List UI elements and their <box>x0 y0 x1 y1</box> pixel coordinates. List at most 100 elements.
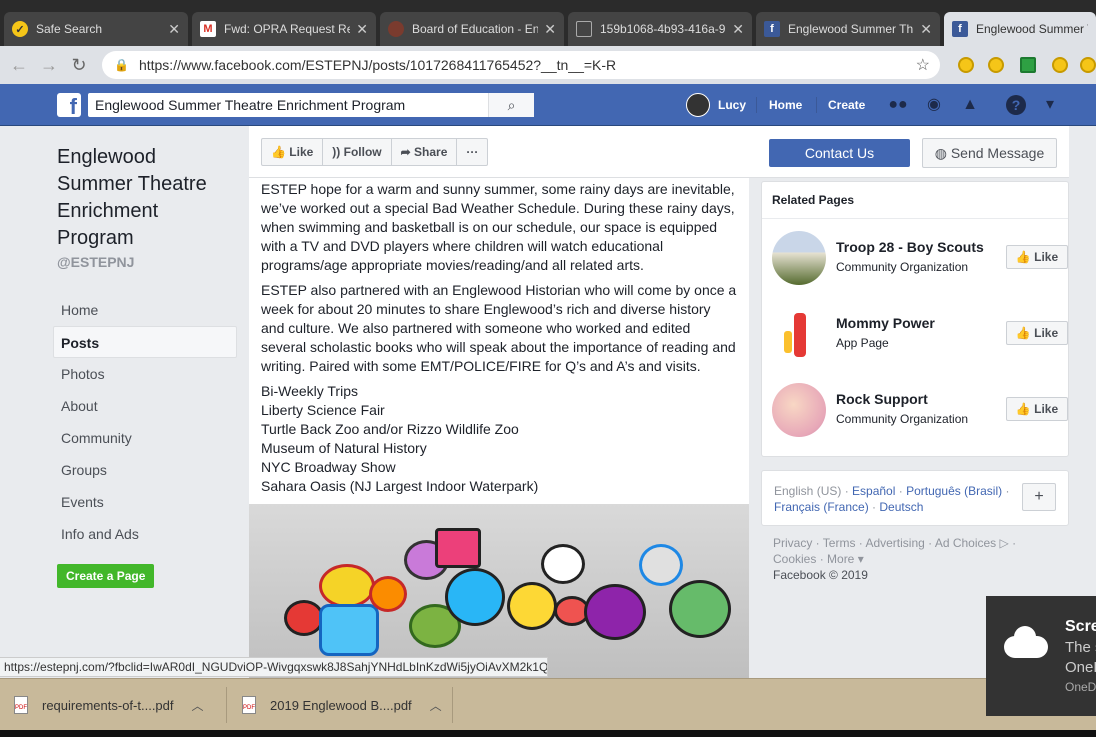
related-page-avatar[interactable] <box>772 307 826 361</box>
globe-bubble-icon <box>639 544 683 586</box>
chevron-up-icon[interactable]: ︿ <box>430 697 442 714</box>
related-page-name[interactable]: Rock Support <box>836 391 928 407</box>
page-handle[interactable]: @ESTEPNJ <box>57 254 237 270</box>
contact-us-button[interactable]: Contact Us <box>769 139 910 167</box>
related-page-item[interactable]: Rock Support Community Organization 👍 Li… <box>772 383 1068 437</box>
divider <box>226 687 227 723</box>
browser-tab[interactable]: ✓ Safe Search ✕ <box>4 12 188 46</box>
nav-home[interactable]: Home <box>769 84 802 126</box>
download-item[interactable]: PDF 2019 Englewood B....pdf ︿ <box>242 689 442 721</box>
facebook-search-input[interactable]: Englewood Summer Theatre Enrichment Prog… <box>88 93 534 117</box>
extension-icon[interactable] <box>1020 57 1036 73</box>
extension-icon[interactable] <box>1080 57 1096 73</box>
left-column: Englewood Summer Theatre Enrichment Prog… <box>53 144 237 588</box>
extension-icon[interactable] <box>988 57 1004 73</box>
friends-icon[interactable]: ●● <box>888 95 908 115</box>
browser-tab[interactable]: M Fwd: OPRA Request Rec ✕ <box>192 12 376 46</box>
send-message-label: Send Message <box>950 145 1045 161</box>
onedrive-notification[interactable]: Scree The s OneD OneD <box>986 596 1096 716</box>
chevron-up-icon[interactable]: ︿ <box>192 697 204 714</box>
profile-link[interactable]: Lucy <box>686 84 746 126</box>
add-language-button[interactable]: + <box>1022 483 1056 511</box>
page-nav: Home Posts Photos About Community Groups… <box>53 294 237 550</box>
related-page-item[interactable]: Troop 28 - Boy Scouts Community Organiza… <box>772 231 1068 285</box>
extension-icon[interactable] <box>1052 57 1068 73</box>
footer-links[interactable]: Privacy · Terms · Advertising · Ad Choic… <box>773 535 1063 551</box>
notifications-bell-icon[interactable]: ▲ <box>960 95 980 115</box>
close-icon[interactable]: ✕ <box>356 21 368 38</box>
language-link[interactable]: Deutsch <box>879 500 923 514</box>
child-figure-icon <box>784 331 792 353</box>
language-selector: English (US) · Español · Português (Bras… <box>761 470 1069 526</box>
close-icon[interactable]: ✕ <box>168 21 180 38</box>
page-nav-about[interactable]: About <box>57 390 237 422</box>
copyright: Facebook © 2019 <box>773 568 868 582</box>
related-page-category: Community Organization <box>836 260 969 274</box>
thumbs-up-icon: 👍 <box>1015 326 1035 340</box>
page-nav-photos[interactable]: Photos <box>57 358 237 390</box>
help-icon[interactable]: ? <box>1006 95 1026 115</box>
status-bar-url: https://estepnj.com/?fbclid=IwAR0dI_NGUD… <box>0 657 548 677</box>
post-image[interactable] <box>249 504 749 678</box>
extension-icon[interactable] <box>958 57 974 73</box>
create-page-button[interactable]: Create a Page <box>57 564 155 588</box>
page-nav-groups[interactable]: Groups <box>57 454 237 486</box>
related-like-button[interactable]: 👍 Like <box>1006 245 1068 269</box>
trip-item: Museum of Natural History <box>261 440 427 456</box>
page-nav-events[interactable]: Events <box>57 486 237 518</box>
browser-tab[interactable]: Board of Education - En ✕ <box>380 12 564 46</box>
reload-icon[interactable]: ↻ <box>68 54 90 76</box>
forward-arrow-icon[interactable]: → <box>38 54 60 76</box>
page-nav-posts[interactable]: Posts <box>53 326 237 358</box>
browser-toolbar: ← → ↻ 🔒 https://www.facebook.com/ESTEPNJ… <box>0 46 1096 84</box>
facebook-icon: f <box>952 21 968 37</box>
page-nav-info-and-ads[interactable]: Info and Ads <box>57 518 237 550</box>
like-button[interactable]: 👍 Like <box>262 139 324 165</box>
url-text: https://www.facebook.com/ESTEPNJ/posts/1… <box>138 57 617 73</box>
related-like-button[interactable]: 👍 Like <box>1006 321 1068 345</box>
bookmark-star-icon[interactable]: ☆ <box>916 55 930 75</box>
back-arrow-icon[interactable]: ← <box>8 54 30 76</box>
related-page-name[interactable]: Mommy Power <box>836 315 935 331</box>
related-like-button[interactable]: 👍 Like <box>1006 397 1068 421</box>
related-page-item[interactable]: Mommy Power App Page 👍 Like <box>772 307 1068 361</box>
download-item[interactable]: PDF requirements-of-t....pdf ︿ <box>14 689 204 721</box>
footer: Privacy · Terms · Advertising · Ad Choic… <box>773 535 1063 583</box>
share-arrow-icon: ➦ <box>400 145 415 159</box>
cloud-icon <box>1004 626 1048 658</box>
page-nav-home[interactable]: Home <box>57 294 237 326</box>
language-link[interactable]: Português (Brasil) <box>906 484 1002 498</box>
follow-button[interactable]: )) Follow <box>323 139 392 165</box>
page-nav-community[interactable]: Community <box>57 422 237 454</box>
chevron-down-icon[interactable]: ▾ <box>1040 95 1060 115</box>
close-icon[interactable]: ✕ <box>920 21 932 38</box>
page-title[interactable]: Englewood Summer Theatre Enrichment Prog… <box>57 144 227 252</box>
language-link[interactable]: Español <box>852 484 895 498</box>
share-label: Share <box>414 145 448 159</box>
browser-tab-active[interactable]: f Englewood Summer Th <box>944 12 1096 46</box>
send-message-button[interactable]: ◍ Send Message <box>922 138 1057 168</box>
footer-links[interactable]: Cookies · More ▾ <box>773 551 1063 567</box>
more-options-button[interactable]: ··· <box>457 139 487 165</box>
facebook-icon: f <box>764 21 780 37</box>
nav-home-label: Home <box>769 98 803 112</box>
messenger-icon[interactable]: ◉ <box>924 95 944 115</box>
share-button[interactable]: ➦ Share <box>392 139 458 165</box>
trip-item: NYC Broadway Show <box>261 459 396 475</box>
related-page-avatar[interactable] <box>772 231 826 285</box>
facebook-logo-icon[interactable]: f <box>57 93 81 119</box>
speech-bubble-icon <box>369 576 407 612</box>
search-icon[interactable]: ⌕ <box>488 93 534 117</box>
thumbs-up-icon: 👍 <box>1015 250 1035 264</box>
related-page-name[interactable]: Troop 28 - Boy Scouts <box>836 239 984 255</box>
address-bar[interactable]: 🔒 https://www.facebook.com/ESTEPNJ/posts… <box>102 51 940 79</box>
browser-tab[interactable]: 159b1068-4b93-416a-9 ✕ <box>568 12 752 46</box>
close-icon[interactable]: ✕ <box>732 21 744 38</box>
browser-tab[interactable]: f Englewood Summer Th ✕ <box>756 12 940 46</box>
thumbs-up-icon: 👍 <box>271 145 290 159</box>
related-page-avatar[interactable] <box>772 383 826 437</box>
language-link[interactable]: Français (France) <box>774 500 869 514</box>
nav-create[interactable]: Create <box>828 84 865 126</box>
page-content: Englewood Summer Theatre Enrichment Prog… <box>0 126 1096 678</box>
close-icon[interactable]: ✕ <box>544 21 556 38</box>
